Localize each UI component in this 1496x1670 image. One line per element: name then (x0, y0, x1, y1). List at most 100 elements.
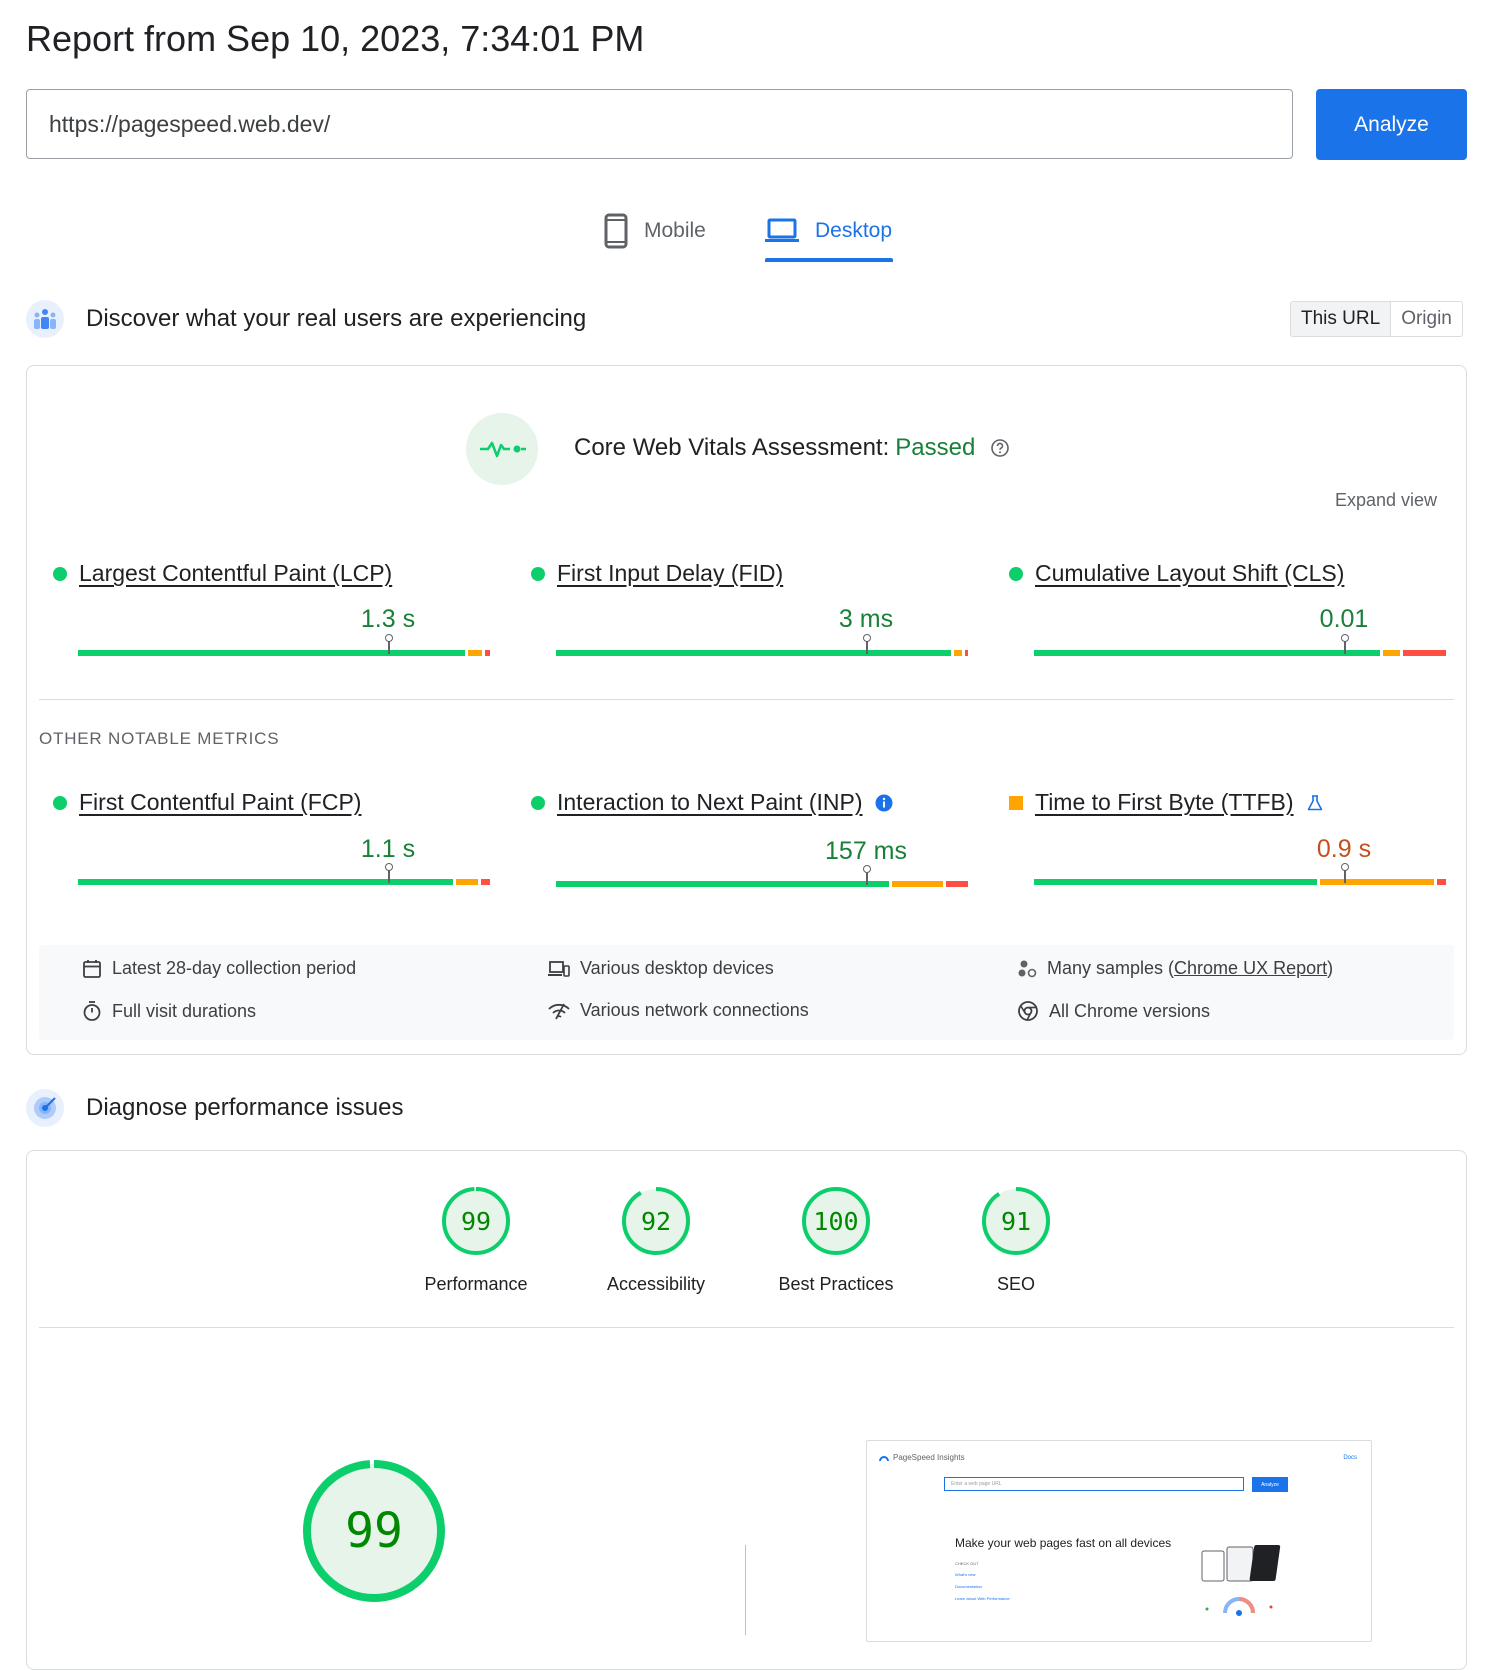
mobile-icon (604, 213, 628, 249)
info-devices-text: Various desktop devices (580, 958, 774, 978)
info-chrome-versions: All Chrome versions (1017, 1000, 1210, 1022)
analyze-button[interactable]: Analyze (1316, 89, 1467, 160)
score-accessibility[interactable]: 92 Accessibility (566, 1186, 746, 1295)
info-samples-prefix: Many samples ( (1047, 958, 1175, 978)
metric-cls-bar (1034, 634, 1449, 656)
metric-fcp-value: 1.1 s (360, 835, 416, 863)
performance-score-value: 99 (345, 1503, 403, 1559)
score-gauge: 100 (801, 1186, 871, 1256)
percentile-marker (1341, 634, 1350, 654)
expand-view-button[interactable]: Expand view (1335, 490, 1437, 511)
metric-fid: First Input Delay (FID) 3 ms (531, 560, 968, 656)
diagnose-section-title: Diagnose performance issues (86, 1094, 404, 1121)
info-visit-durations: Full visit durations (82, 1000, 256, 1022)
percentile-marker (385, 634, 394, 654)
good-status-dot (1009, 566, 1023, 581)
score-best-practices[interactable]: 100 Best Practices (746, 1186, 926, 1295)
page-title: Report from Sep 10, 2023, 7:34:01 PM (26, 18, 645, 59)
tab-desktop[interactable]: Desktop (765, 206, 892, 256)
poor-segment (1436, 879, 1446, 885)
cwv-assessment-status: Passed (895, 434, 976, 461)
score-seo-label: SEO (996, 1274, 1035, 1294)
tab-mobile[interactable]: Mobile (604, 206, 706, 256)
poor-segment (946, 881, 968, 887)
metric-cls-label[interactable]: Cumulative Layout Shift (CLS) (1035, 560, 1344, 587)
this-url-option[interactable]: This URL (1291, 302, 1392, 336)
divider (39, 1327, 1454, 1328)
thumb-illustration (1201, 1545, 1281, 1616)
metric-inp-label[interactable]: Interaction to Next Paint (INP) (557, 789, 863, 816)
pagespeed-logo-icon (879, 1455, 889, 1461)
thumb-brand: PageSpeed Insights (893, 1453, 965, 1462)
average-segment (468, 650, 482, 656)
metric-ttfb-label[interactable]: Time to First Byte (TTFB) (1035, 789, 1294, 816)
score-accessibility-value: 92 (640, 1206, 672, 1236)
thumb-header: PageSpeed Insights (879, 1453, 965, 1462)
metric-ttfb-value: 0.9 s (1316, 835, 1372, 863)
network-icon (548, 1003, 570, 1019)
cwv-assessment: Core Web Vitals Assessment: Passed (574, 434, 1011, 462)
flask-icon (1307, 794, 1322, 810)
thumb-headline: Make your web pages fast on all devices (955, 1536, 1172, 1550)
percentile-marker (863, 865, 872, 885)
url-input[interactable] (26, 89, 1293, 159)
chrome-ux-report-link[interactable]: Chrome UX Report (1174, 958, 1327, 978)
percentile-marker (863, 634, 872, 654)
field-section-title: Discover what your real users are experi… (86, 305, 587, 332)
metric-inp: Interaction to Next Paint (INP) 157 ms (531, 789, 971, 887)
poor-segment (484, 650, 490, 656)
thumb-link: What's new (955, 1572, 976, 1577)
good-segment (1034, 650, 1380, 656)
metric-ttfb: Time to First Byte (TTFB) 0.9 s (1009, 789, 1446, 885)
timer-icon (83, 1001, 101, 1021)
vitals-icon (466, 413, 538, 485)
help-icon[interactable] (989, 437, 1011, 459)
average-status-square (1009, 795, 1023, 810)
metric-fid-label[interactable]: First Input Delay (FID) (557, 560, 783, 587)
cwv-assessment-label: Core Web Vitals Assessment: (574, 434, 890, 461)
info-icon[interactable] (875, 794, 893, 812)
info-devices: Various desktop devices (548, 958, 774, 979)
calendar-icon (83, 959, 101, 978)
info-collection-period-text: Latest 28-day collection period (112, 958, 357, 978)
radar-icon (26, 1089, 64, 1127)
average-segment (455, 879, 478, 885)
score-accessibility-label: Accessibility (606, 1274, 706, 1294)
metric-cls: Cumulative Layout Shift (CLS) 0.01 (1009, 560, 1446, 656)
good-status-dot (53, 795, 67, 810)
divider (39, 699, 1454, 700)
metric-fcp: First Contentful Paint (FCP) 1.1 s (53, 789, 490, 885)
other-metrics-heading: OTHER NOTABLE METRICS (39, 729, 280, 748)
good-segment (1034, 879, 1318, 885)
percentile-marker (385, 863, 394, 883)
good-segment (78, 650, 466, 656)
thumb-checkout: CHECK OUT (955, 1561, 979, 1566)
vertical-divider (745, 1545, 746, 1635)
score-best-practices-value: 100 (813, 1206, 859, 1236)
devices-icon (548, 960, 570, 977)
metric-fcp-label[interactable]: First Contentful Paint (FCP) (79, 789, 361, 816)
info-visit-durations-text: Full visit durations (112, 1000, 257, 1021)
score-performance[interactable]: 99 Performance (386, 1186, 566, 1295)
metric-lcp-label[interactable]: Largest Contentful Paint (LCP) (79, 560, 392, 587)
score-gauge: 92 (621, 1186, 691, 1256)
tab-mobile-label: Mobile (644, 219, 706, 242)
score-seo[interactable]: 91 SEO (926, 1186, 1106, 1295)
origin-option[interactable]: Origin (1391, 302, 1462, 336)
info-network-text: Various network connections (580, 1000, 809, 1020)
info-collection-period: Latest 28-day collection period (82, 958, 356, 979)
average-segment (1382, 650, 1401, 656)
good-segment (78, 879, 453, 885)
info-samples: Many samples (Chrome UX Report) (1017, 958, 1333, 979)
metric-fcp-bar (78, 863, 493, 885)
poor-segment (480, 879, 490, 885)
info-chrome-versions-text: All Chrome versions (1049, 1000, 1211, 1021)
good-segment (556, 650, 952, 656)
average-segment (892, 881, 944, 887)
laptop-icon (765, 218, 799, 242)
thumb-url-input: Enter a web page URL (944, 1477, 1244, 1491)
score-gauge: 99 (441, 1186, 511, 1256)
score-seo-value: 91 (1000, 1206, 1032, 1236)
poor-segment (1403, 650, 1446, 656)
active-tab-indicator (765, 258, 893, 262)
